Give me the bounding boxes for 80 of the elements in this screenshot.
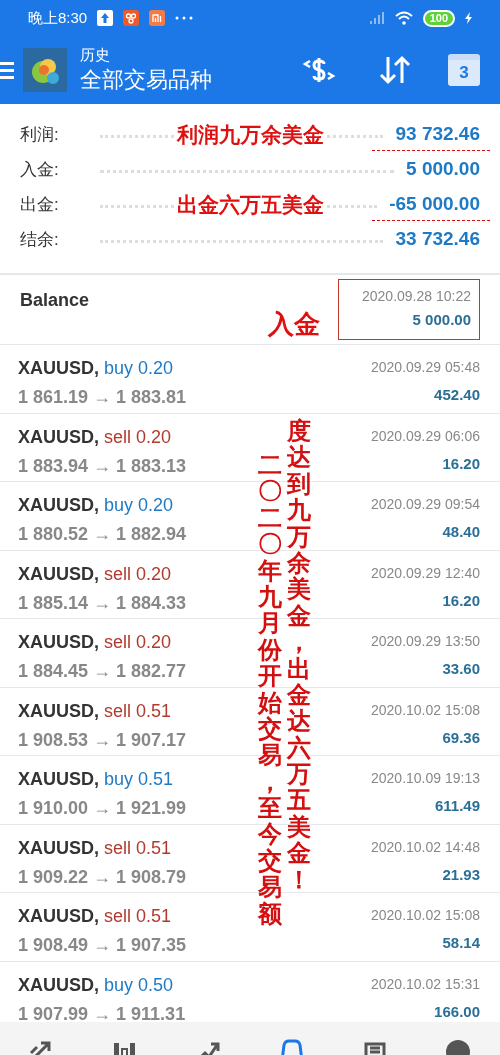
trade-symbol: XAUUSD, [18, 973, 99, 997]
trade-symbol: XAUUSD, [18, 836, 99, 860]
trade-prices: 1 910.00 → 1 921.99 [18, 797, 187, 820]
trade-side: sell 0.20 [104, 631, 172, 654]
more-icon [175, 16, 194, 20]
balance-title: Balance [20, 289, 90, 312]
trade-symbol: XAUUSD, [18, 699, 99, 723]
trade-time: 2020.09.29 06:06 [371, 426, 480, 446]
app-icon [123, 10, 140, 26]
summary-value: 93 732.46 [395, 122, 480, 147]
app-logo-icon [23, 48, 67, 92]
annotation-text: 度达到九万余美金，出金达六万五美金！ [287, 418, 311, 894]
trade-prices: 1 884.45 → 1 882.77 [18, 660, 187, 683]
trade-symbol: XAUUSD, [18, 631, 99, 654]
trade-time: 2020.10.02 15:08 [371, 906, 480, 925]
trade-symbol: XAUUSD, [18, 494, 99, 517]
summary-label: 入金: [20, 158, 60, 181]
summary-value: 33 732.46 [395, 227, 480, 252]
wifi-icon [394, 11, 413, 25]
trade-profit: 166.00 [434, 1001, 480, 1022]
trade-profit: 58.14 [442, 933, 480, 953]
trade-profit: 16.20 [442, 590, 480, 611]
screen-subtitle: 历史 [80, 45, 111, 65]
entry-amount: 5 000.00 [412, 310, 471, 330]
trade-profit: 16.20 [442, 453, 480, 474]
trade-time: 2020.09.29 09:54 [371, 495, 480, 514]
trade-profit: 21.93 [442, 864, 480, 885]
trade-time: 2020.09.29 05:48 [371, 358, 480, 377]
trade-side: buy 0.50 [104, 973, 174, 997]
upload-icon [97, 10, 114, 26]
menu-icon[interactable] [0, 61, 14, 79]
trade-time: 2020.10.09 19:13 [371, 769, 480, 788]
trade-profit: 33.60 [442, 659, 480, 679]
trade-prices: 1 909.22 → 1 908.79 [18, 865, 187, 889]
trade-prices: 1 883.94 → 1 883.13 [18, 454, 187, 478]
trade-time: 2020.09.29 12:40 [371, 563, 480, 583]
sort-icon[interactable] [378, 55, 412, 85]
trade-time: 2020.09.29 13:50 [371, 632, 480, 651]
trade-symbol: XAUUSD, [18, 425, 99, 449]
trade-profit: 69.36 [442, 727, 480, 748]
trade-prices: 1 907.99 → 1 911.31 [18, 1002, 186, 1026]
trade-symbol: XAUUSD, [18, 905, 99, 928]
trade-side: sell 0.20 [104, 425, 172, 449]
charging-icon [465, 12, 472, 24]
trade-side: sell 0.51 [104, 699, 172, 723]
trade-prices: 1 861.19 → 1 883.81 [18, 386, 187, 409]
currency-exchange-icon[interactable] [302, 55, 336, 85]
app-icon [149, 10, 166, 26]
trade-side: sell 0.51 [104, 836, 172, 860]
signal-icon [368, 12, 385, 24]
trade-time: 2020.10.02 15:31 [371, 974, 480, 994]
battery-indicator: 100 [422, 9, 455, 27]
trade-side: buy 0.20 [104, 494, 174, 517]
summary-label: 结余: [20, 228, 60, 251]
trade-symbol: XAUUSD, [18, 562, 99, 586]
screen-title: 全部交易品种 [80, 66, 212, 94]
trade-time: 2020.10.02 15:08 [371, 700, 480, 720]
status-time: 晚上8:30 [28, 7, 88, 28]
trade-prices: 1 880.52 → 1 882.94 [18, 523, 187, 546]
summary-label: 出金: [20, 193, 60, 216]
annotation-text: 入金 [268, 308, 320, 341]
trade-prices: 1 908.49 → 1 907.35 [18, 934, 187, 957]
trade-profit: 48.40 [442, 522, 480, 542]
trade-side: buy 0.20 [104, 357, 174, 380]
trade-profit: 611.49 [434, 796, 480, 816]
trade-profit: 452.40 [434, 385, 480, 405]
summary-value: -65 000.00 [389, 192, 480, 217]
calendar-button[interactable]: 3 [448, 54, 480, 86]
trade-side: buy 0.51 [104, 768, 174, 791]
trade-side: sell 0.51 [104, 905, 172, 928]
trade-prices: 1 885.14 → 1 884.33 [18, 591, 187, 615]
trade-time: 2020.10.02 14:48 [371, 837, 480, 857]
trade-side: sell 0.20 [104, 562, 172, 586]
trade-symbol: XAUUSD, [18, 768, 99, 791]
trade-symbol: XAUUSD, [18, 357, 99, 380]
summary-value: 5 000.00 [406, 157, 480, 182]
entry-time: 2020.09.28 10:22 [362, 287, 471, 306]
annotation-text: 二〇二〇年九月份开始交易，至今交易额 [258, 452, 282, 928]
summary-label: 利润: [20, 123, 60, 146]
trade-prices: 1 908.53 → 1 907.17 [18, 728, 187, 752]
